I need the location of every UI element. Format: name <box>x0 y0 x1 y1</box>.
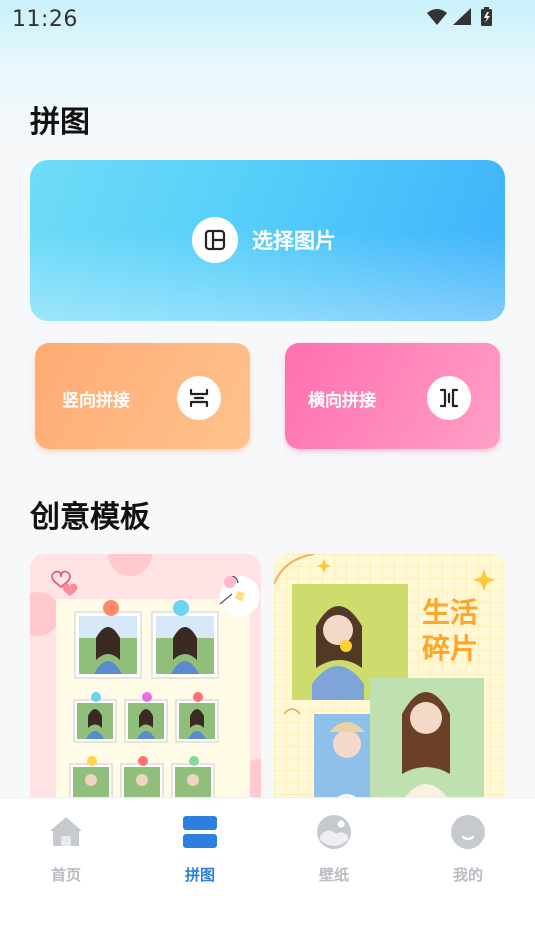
tab-collage-label: 拼图 <box>184 866 215 884</box>
horizontal-stitch-icon <box>427 376 471 420</box>
horizontal-stitch-label: 横向拼接 <box>308 391 376 411</box>
profile-icon <box>451 815 485 849</box>
status-bar: 11:26 <box>0 0 535 38</box>
layout-grid-icon <box>192 217 238 263</box>
life-fragments-template-preview: 生活 碎片 <box>274 554 505 814</box>
collage-section-title: 拼图 <box>30 105 90 140</box>
template-card-life-fragments[interactable]: 生活 碎片 <box>274 554 505 814</box>
tab-wallpaper-label: 壁纸 <box>318 866 349 884</box>
tab-collage[interactable]: 拼图 <box>160 812 240 885</box>
template-text-line1: 生活 <box>422 596 478 629</box>
status-time: 11:26 <box>12 7 78 32</box>
battery-icon <box>481 7 492 26</box>
templates-section-title: 创意模板 <box>30 500 150 535</box>
grid-template-preview <box>30 554 261 814</box>
wallpaper-icon <box>317 815 351 849</box>
wifi-icon <box>427 9 447 25</box>
home-icon <box>50 817 82 846</box>
horizontal-stitch-card[interactable]: 横向拼接 <box>285 343 500 449</box>
template-card-grid[interactable] <box>30 554 261 814</box>
vertical-stitch-label: 竖向拼接 <box>62 391 130 411</box>
signal-icon <box>453 8 471 25</box>
vertical-stitch-card[interactable]: 竖向拼接 <box>35 343 250 449</box>
bottom-tab-bar: 首页 拼图 壁纸 我的 <box>0 797 535 951</box>
vertical-stitch-icon <box>177 376 221 420</box>
tab-home-label: 首页 <box>50 866 81 884</box>
select-images-label: 选择图片 <box>252 229 336 253</box>
template-text-line2: 碎片 <box>422 632 478 665</box>
status-icons <box>427 7 492 26</box>
select-images-card[interactable]: 选择图片 <box>30 160 505 321</box>
collage-icon <box>183 816 217 848</box>
tab-home[interactable]: 首页 <box>26 812 106 885</box>
tab-profile-label: 我的 <box>452 866 483 884</box>
tab-wallpaper[interactable]: 壁纸 <box>294 812 374 885</box>
tab-profile[interactable]: 我的 <box>428 812 508 885</box>
